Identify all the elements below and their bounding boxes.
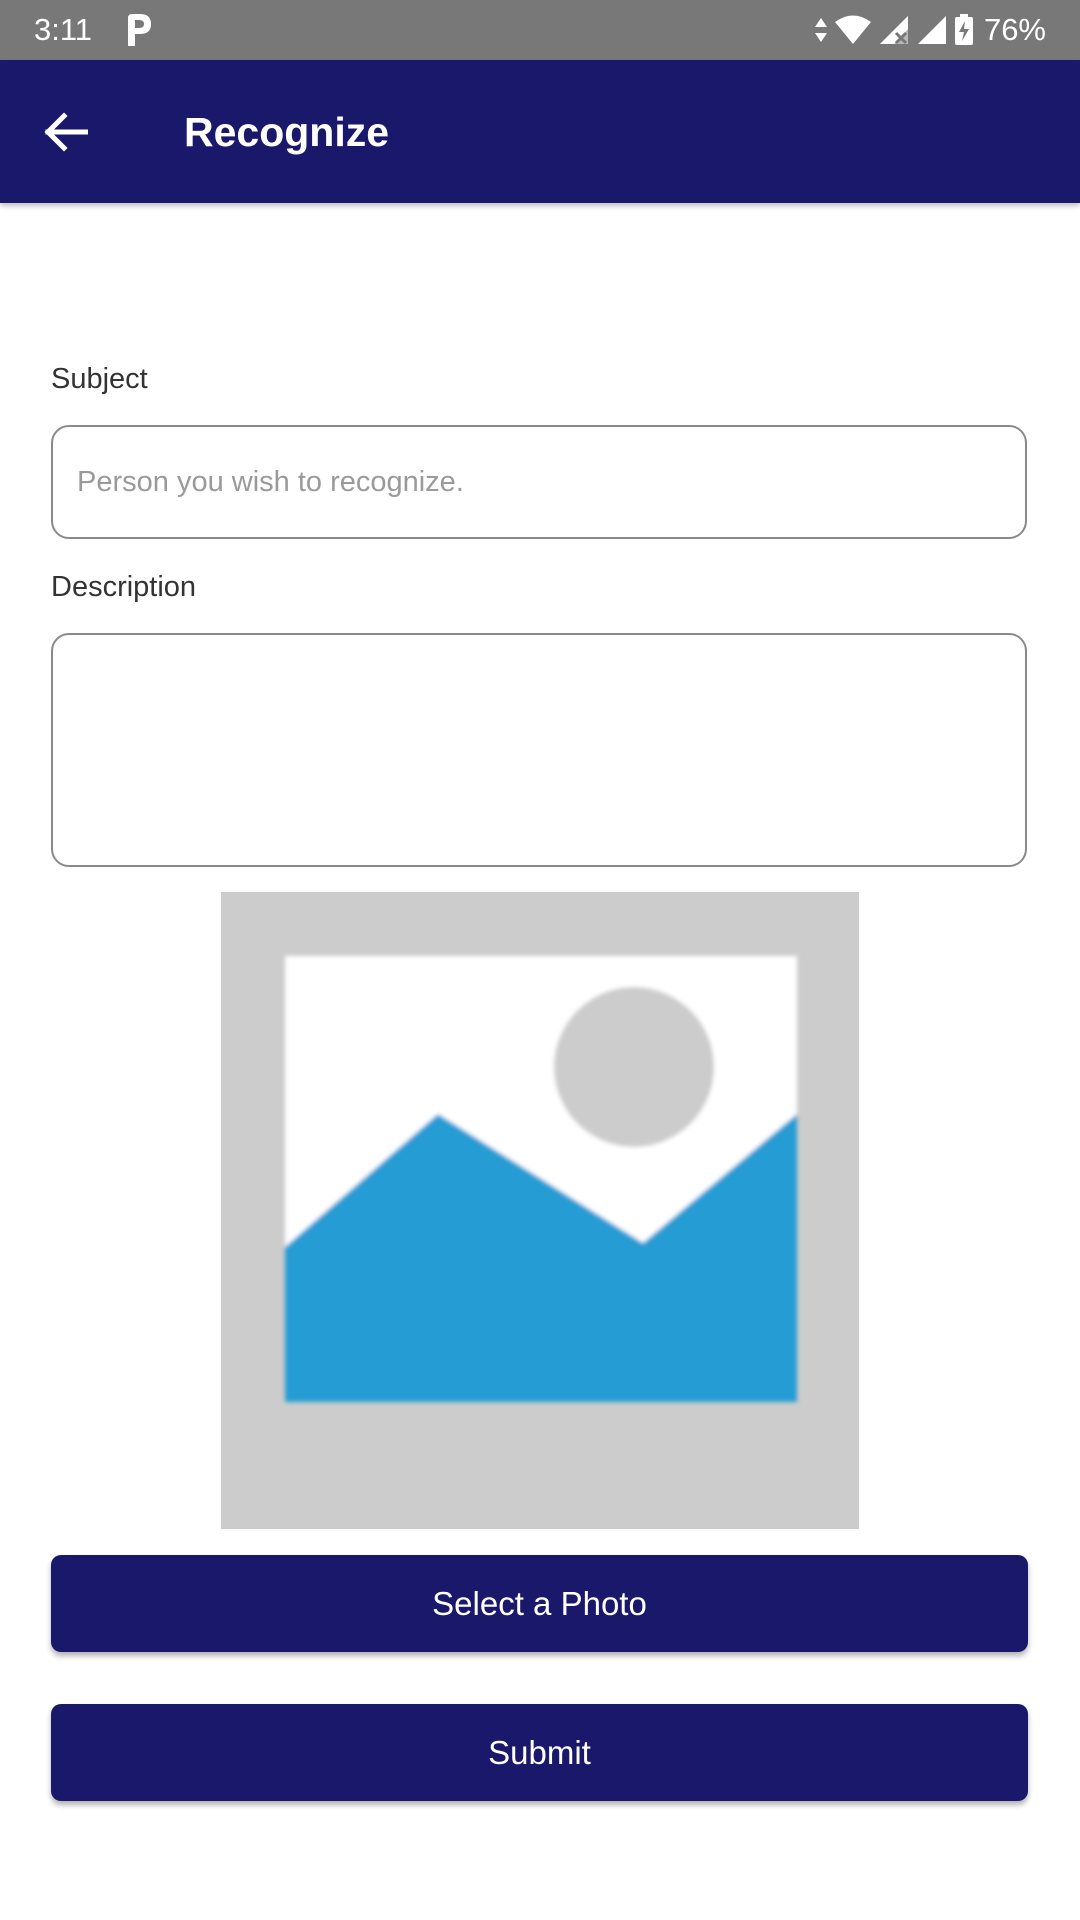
signal-x-icon — [879, 16, 908, 45]
signal-icon — [917, 16, 946, 44]
select-photo-button[interactable]: Select a Photo — [51, 1555, 1028, 1652]
status-icons: 76% — [808, 10, 1046, 50]
parking-icon — [128, 14, 151, 46]
photo-preview — [221, 892, 859, 1529]
description-label: Description — [51, 571, 197, 603]
description-input[interactable] — [51, 633, 1027, 867]
submit-button[interactable]: Submit — [51, 1704, 1028, 1801]
status-time: 3:11 — [34, 12, 93, 47]
status-bar: 3:11 76% — [0, 0, 1080, 60]
subject-input[interactable] — [51, 425, 1027, 539]
page-title: Recognize — [184, 109, 390, 155]
battery-charging-icon — [954, 14, 973, 45]
subject-label: Subject — [51, 363, 148, 395]
arrow-left-icon — [44, 112, 88, 152]
app-bar: Recognize — [0, 60, 1080, 203]
image-placeholder-icon — [285, 956, 797, 1402]
data-arrows-icon — [814, 18, 827, 42]
battery-percent: 76% — [983, 12, 1046, 47]
back-button[interactable] — [30, 100, 102, 164]
wifi-icon — [834, 15, 871, 44]
